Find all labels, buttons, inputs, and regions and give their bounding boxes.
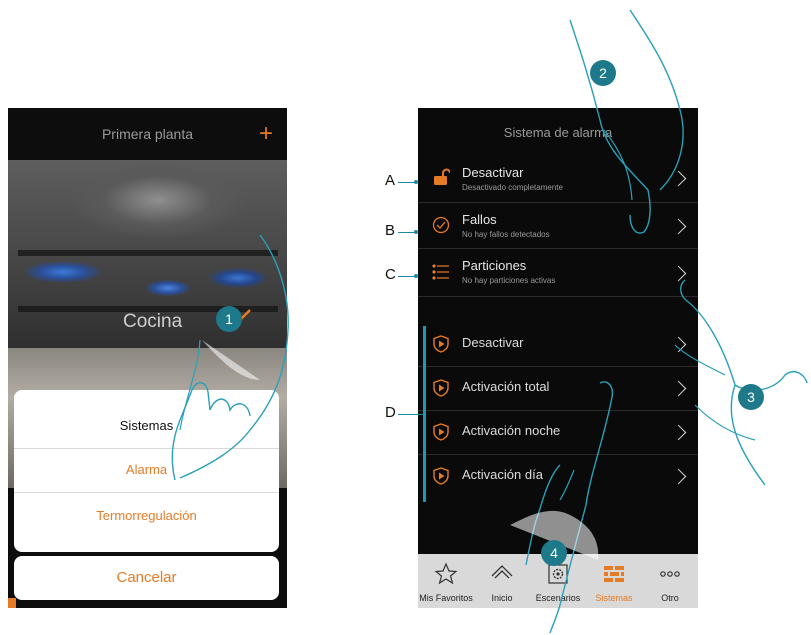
callout-letter-b: B <box>385 222 396 239</box>
step-badge-4: 4 <box>541 540 567 566</box>
leader-dot <box>414 274 418 278</box>
tab-label: Mis Favoritos <box>419 593 473 603</box>
open-padlock-icon <box>434 168 450 185</box>
check-circle-icon <box>432 216 450 234</box>
hand-pointer-illustration-4 <box>510 381 614 634</box>
callout-letter-d: D <box>385 404 396 421</box>
scenario-group-bracket <box>423 326 426 502</box>
row-subtitle: No hay fallos detectados <box>462 230 550 239</box>
tab-mis-favoritos[interactable]: Mis Favoritos <box>418 554 474 608</box>
cancel-button[interactable]: Cancelar <box>14 556 279 600</box>
hand-pointer-illustration-1 <box>171 234 289 481</box>
scenario-row-desactivar[interactable]: Desactivar <box>418 322 698 367</box>
add-icon[interactable]: + <box>259 108 273 160</box>
leader-dot <box>414 230 418 234</box>
row-subtitle: No hay particiones activas <box>462 276 556 285</box>
row-title: Fallos <box>462 212 497 227</box>
shield-play-icon <box>433 423 449 441</box>
row-title: Particiones <box>462 258 527 273</box>
scenario-label: Desactivar <box>462 335 524 350</box>
step-badge-2: 2 <box>590 60 616 86</box>
header-title: Primera planta <box>101 126 194 142</box>
shield-play-icon <box>433 467 449 485</box>
list-icon <box>432 264 449 280</box>
hand-pointer-illustration-2 <box>569 10 684 234</box>
shield-play-icon <box>433 379 449 397</box>
tab-fragment <box>8 598 16 608</box>
callout-letter-c: C <box>385 266 396 283</box>
dots-icon <box>660 571 680 577</box>
star-icon <box>434 562 458 585</box>
row-subtitle: Desactivado completamente <box>462 183 563 192</box>
step-badge-1: 1 <box>216 306 242 332</box>
row-title: Desactivar <box>462 165 524 180</box>
tab-label: Otro <box>661 593 679 603</box>
leader-dot <box>414 180 418 184</box>
hand-pointer-illustration-3 <box>674 279 808 486</box>
leader-line <box>398 414 424 415</box>
shield-play-icon <box>433 335 449 353</box>
step-badge-3: 3 <box>738 384 764 410</box>
tab-otro[interactable]: Otro <box>642 554 698 608</box>
status-row-particiones[interactable]: Particiones No hay particiones activas <box>418 248 698 297</box>
callout-letter-a: A <box>385 172 396 189</box>
